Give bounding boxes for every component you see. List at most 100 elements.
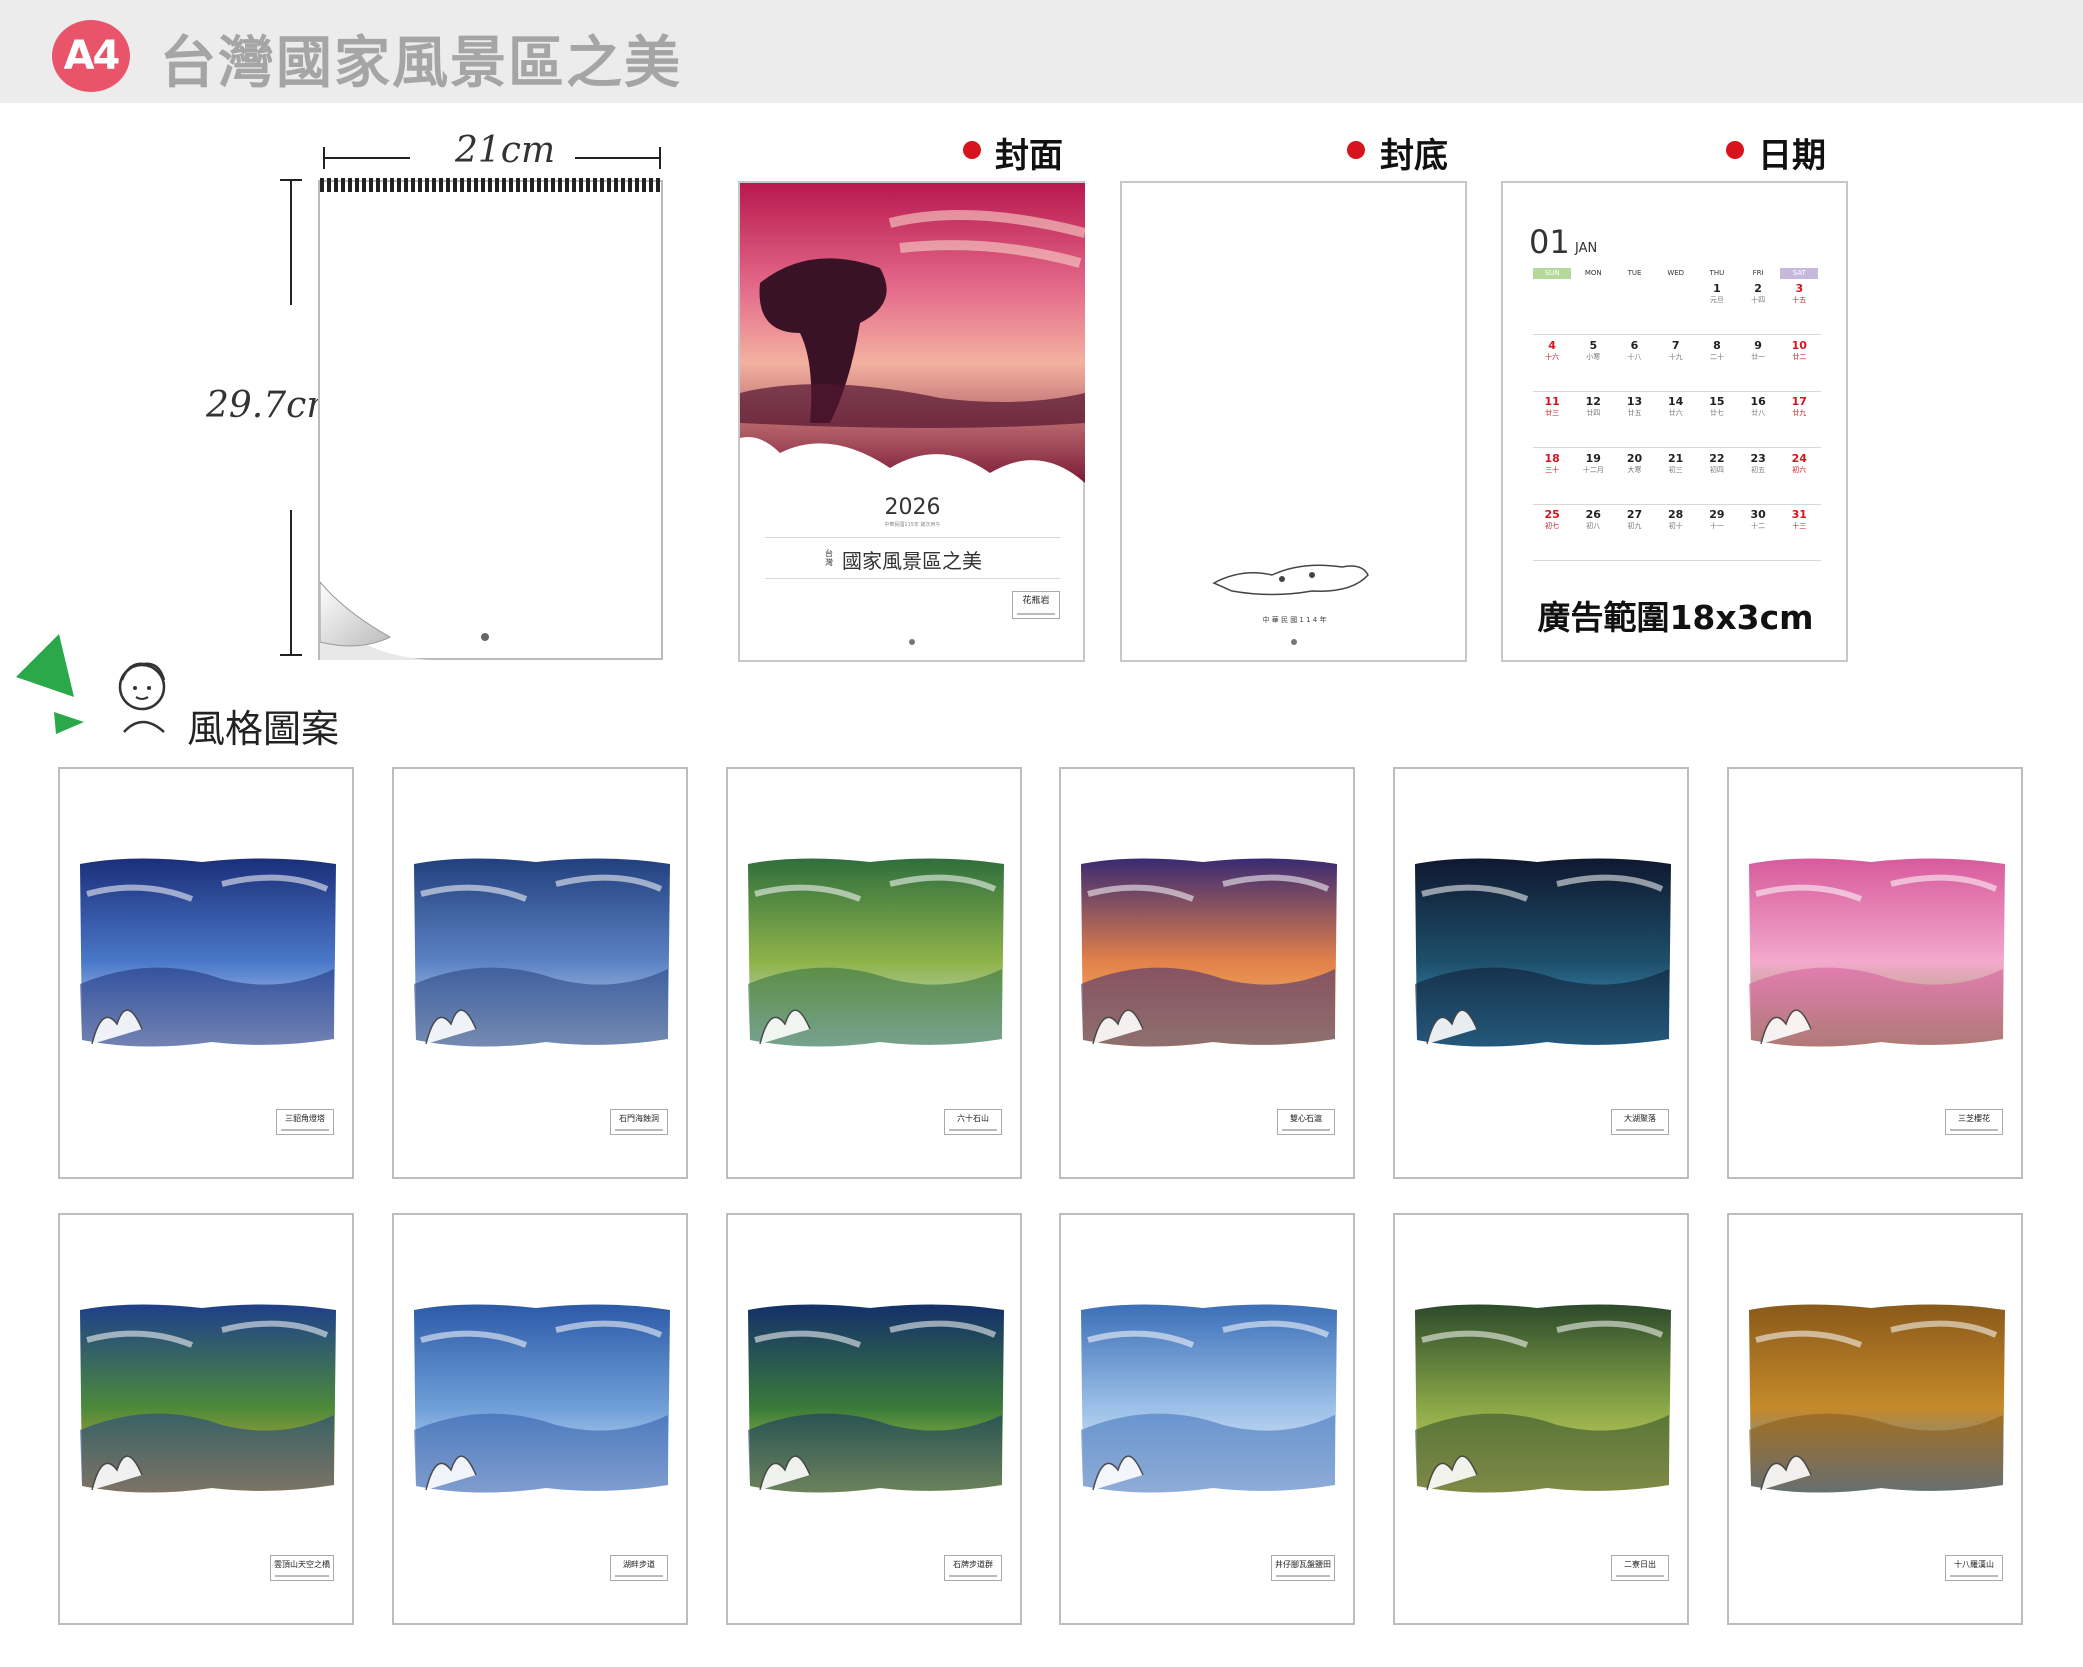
landscape-illustration <box>748 858 1004 1047</box>
lunar-date: 初十 <box>1668 522 1683 530</box>
day-number: 20 <box>1626 451 1643 465</box>
day-number: 17 <box>1791 395 1807 408</box>
day-number: 12 <box>1585 395 1601 408</box>
lunar-date: 廿五 <box>1627 409 1642 417</box>
hang-hole <box>1291 639 1297 645</box>
calendar-day-cell: 12 廿四 <box>1574 395 1612 435</box>
day-number: 31 <box>1791 508 1807 521</box>
size-badge: A4 <box>52 20 130 92</box>
style-thumbnail[interactable]: 湖畔步道 <box>392 1213 688 1625</box>
day-number: 1 <box>1713 282 1721 295</box>
lunar-date: 廿六 <box>1668 409 1683 417</box>
thumbnail-caption: 石牌步道群 <box>953 1560 993 1569</box>
lunar-date: 十九 <box>1668 352 1683 361</box>
day-number: 27 <box>1626 508 1643 521</box>
styles-label: 風格圖案 <box>187 707 340 751</box>
lunar-date: 初八 <box>1586 522 1601 530</box>
calendar-day-cell: 25 初七 <box>1533 508 1571 548</box>
style-thumbnail[interactable]: 二寮日出 <box>1393 1213 1689 1625</box>
calendar-day-cell: 19 十二月 <box>1574 452 1612 492</box>
style-thumbnail[interactable]: 十八羅漢山 <box>1727 1213 2023 1625</box>
day-number: 15 <box>1709 395 1725 408</box>
cover-title: 國家風景區之美 <box>842 549 982 573</box>
thumbnail-caption: 十八羅漢山 <box>1954 1560 1994 1569</box>
landscape-illustration <box>1081 1304 1337 1493</box>
date-page: 01 JAN SUN MON TUE WED THU FRI SAT 1 元旦 2 十四 3 十五 4 十六… <box>1501 181 1848 662</box>
thumbnail-caption: 石門海蝕洞 <box>619 1114 659 1123</box>
taiwan-map-icon <box>1212 564 1369 596</box>
thumbnail-caption-tag: 石牌步道群 <box>944 1555 1002 1581</box>
thumbnail-caption: 大湖聚落 <box>1624 1114 1656 1123</box>
thumbnail-caption: 雙心石滬 <box>1290 1114 1322 1123</box>
cover-year: 2026 <box>884 495 941 520</box>
lunar-date: 初四 <box>1709 465 1724 474</box>
day-number: 2 <box>1754 282 1762 295</box>
thumbnail-caption-tag: 石門海蝕洞 <box>610 1109 668 1135</box>
landscape-illustration <box>748 1304 1004 1493</box>
hang-hole <box>909 639 915 645</box>
label-dates: 日期 <box>1758 136 1826 176</box>
cover-illustration <box>740 183 1085 483</box>
thumbnail-caption: 湖畔步道 <box>623 1560 655 1569</box>
week-divider <box>1533 334 1822 335</box>
lunar-date: 十一 <box>1709 522 1724 530</box>
lunar-date: 十四 <box>1751 296 1766 304</box>
day-number: 11 <box>1544 395 1560 408</box>
landscape-illustration <box>1415 858 1671 1047</box>
lunar-date: 大寒 <box>1627 465 1642 474</box>
calendar-day-cell: 20 大寒 <box>1615 452 1653 492</box>
thumbnail-caption-tag: 三貂角燈塔 <box>276 1109 334 1135</box>
calendar-day-cell: 6 十八 <box>1615 339 1653 379</box>
week-divider <box>1533 503 1822 505</box>
day-number: 19 <box>1585 451 1601 465</box>
ad-area-text: 廣告範圍18x3cm <box>1537 598 1814 637</box>
calendar-day-cell: 10 廿二 <box>1780 339 1818 379</box>
spiral-binding <box>320 178 662 192</box>
thumbnail-caption-tag: 井仔腳瓦盤鹽田 <box>1271 1555 1335 1581</box>
landscape-illustration <box>80 858 336 1047</box>
thumbnail-caption-tag: 三芝櫻花 <box>1945 1109 2003 1135</box>
lunar-date: 十三 <box>1792 522 1807 530</box>
day-number: 5 <box>1589 338 1598 352</box>
style-thumbnail[interactable]: 大湖聚落 <box>1393 767 1689 1179</box>
label-back: 封底 <box>1380 136 1448 176</box>
style-thumbnail[interactable]: 三貂角燈塔 <box>58 767 354 1179</box>
thumbnail-caption-tag: 湖畔步道 <box>610 1555 668 1581</box>
day-number: 30 <box>1750 508 1766 521</box>
calendar-day-cell: 21 初三 <box>1657 452 1695 492</box>
calendar-day-cell: 15 廿七 <box>1698 395 1736 435</box>
style-thumbnail[interactable]: 井仔腳瓦盤鹽田 <box>1059 1213 1355 1625</box>
day-number: 16 <box>1750 395 1766 408</box>
lunar-date: 廿二 <box>1792 352 1807 361</box>
style-thumbnail[interactable]: 雙心石滬 <box>1059 767 1355 1179</box>
cover-page: 2026 中華民國115年 歲次丙午 台灣 國家風景區之美 花瓶岩 <box>738 181 1085 662</box>
day-number: 24 <box>1791 451 1807 465</box>
calendar-day-cell: 1 元旦 <box>1698 282 1736 322</box>
calendar-day-cell: 24 初六 <box>1780 452 1818 492</box>
label-cover: 封面 <box>995 136 1063 176</box>
style-thumbnail[interactable]: 石門海蝕洞 <box>392 767 688 1179</box>
day-number: 25 <box>1544 508 1560 521</box>
style-thumbnail[interactable]: 雲頂山天空之橋 <box>58 1213 354 1625</box>
lunar-date: 廿九 <box>1792 409 1807 417</box>
page-title: 台灣國家風景區之美 <box>160 31 682 96</box>
landscape-illustration <box>1415 1304 1671 1493</box>
day-number: 23 <box>1750 451 1766 465</box>
day-number: 6 <box>1630 338 1639 352</box>
day-number: 29 <box>1709 508 1725 521</box>
thumbnail-caption: 二寮日出 <box>1624 1560 1656 1569</box>
lunar-date: 初三 <box>1668 465 1683 474</box>
blank-calendar-mockup <box>318 180 663 660</box>
calendar-day-cell: 31 十三 <box>1780 508 1818 548</box>
style-thumbnail[interactable]: 三芝櫻花 <box>1727 767 2023 1179</box>
lunar-date: 十五 <box>1792 296 1807 304</box>
day-number: 8 <box>1713 338 1721 352</box>
style-thumbnail[interactable]: 六十石山 <box>726 767 1022 1179</box>
weekday-header: THU <box>1709 269 1725 277</box>
thumbnail-caption: 三貂角燈塔 <box>285 1114 325 1123</box>
thumbnail-caption: 雲頂山天空之橋 <box>274 1560 330 1569</box>
lunar-date: 十八 <box>1627 352 1642 361</box>
style-thumbnail[interactable]: 石牌步道群 <box>726 1213 1022 1625</box>
landscape-illustration <box>414 1304 670 1493</box>
thumbnail-caption-tag: 大湖聚落 <box>1611 1109 1669 1135</box>
